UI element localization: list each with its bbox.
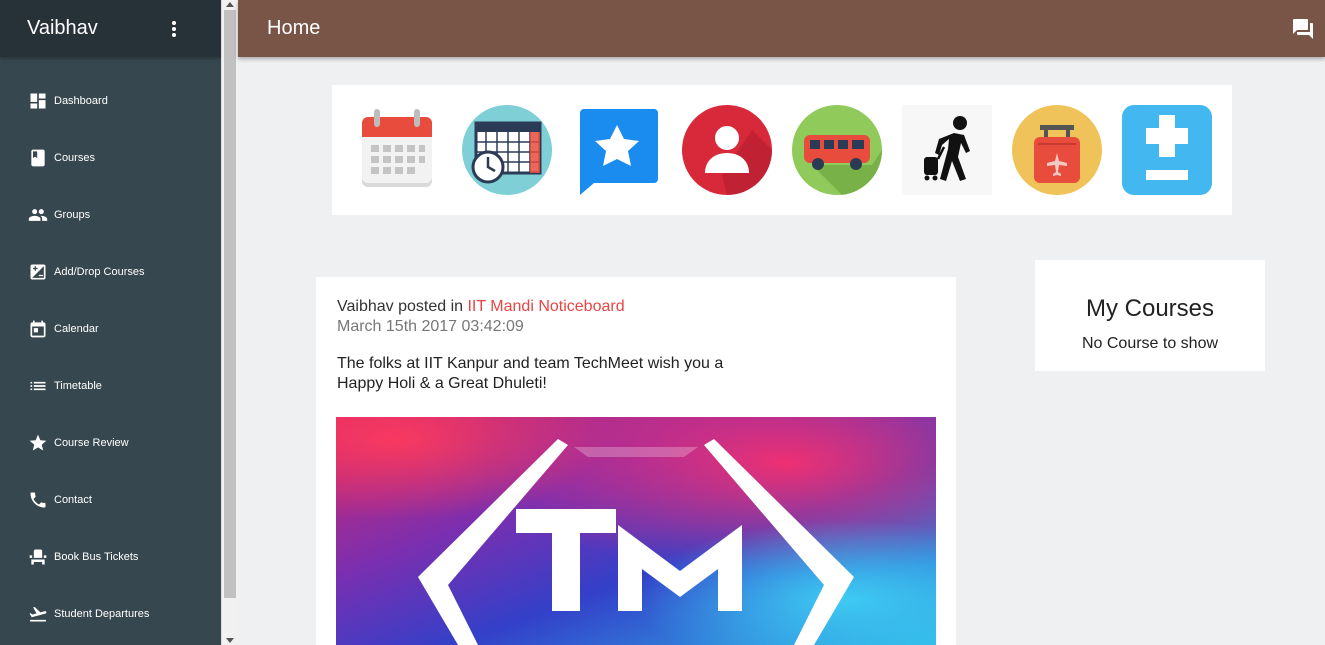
post-body-line: Happy Holi & a Great Dhuleti! xyxy=(337,375,547,392)
post-image xyxy=(336,417,936,645)
review-star-bubble-icon[interactable] xyxy=(572,105,662,195)
scrollbar-thumb[interactable] xyxy=(224,10,236,598)
post-posted-in: posted in xyxy=(398,298,464,315)
plus-minus-box-icon xyxy=(28,262,48,282)
my-courses-card: My Courses No Course to show xyxy=(1035,260,1265,371)
sidebar-item-label: Contact xyxy=(54,493,92,506)
sidebar-nav: Dashboard Courses Groups Add/Drop Course… xyxy=(0,57,221,642)
post-date: March 15th 2017 03:42:09 xyxy=(337,318,524,335)
sidebar-item-add-drop-courses[interactable]: Add/Drop Courses xyxy=(0,243,221,300)
book-icon xyxy=(28,148,48,168)
phone-icon xyxy=(28,490,48,510)
sidebar-item-label: Timetable xyxy=(54,379,102,392)
scrollbar[interactable] xyxy=(221,0,238,645)
calendar-app-icon[interactable] xyxy=(352,105,442,195)
more-options-icon[interactable] xyxy=(167,19,181,39)
sidebar-item-label: Courses xyxy=(54,151,95,164)
post-board-link[interactable]: IIT Mandi Noticeboard xyxy=(467,298,624,315)
sidebar-item-dashboard[interactable]: Dashboard xyxy=(0,72,221,129)
sidebar-item-label: Student Departures xyxy=(54,607,150,620)
sidebar-item-label: Add/Drop Courses xyxy=(54,265,145,278)
traveler-icon[interactable] xyxy=(902,105,992,195)
bus-seat-icon xyxy=(28,547,48,567)
my-courses-title: My Courses xyxy=(1085,295,1215,322)
sidebar-item-label: Groups xyxy=(54,208,91,221)
quick-links-strip xyxy=(332,85,1232,215)
user-name: Vaibhav xyxy=(27,17,98,39)
sidebar-item-timetable[interactable]: Timetable xyxy=(0,357,221,414)
sidebar-item-calendar[interactable]: Calendar xyxy=(0,300,221,357)
bus-icon[interactable] xyxy=(792,105,883,195)
sidebar-header: Vaibhav xyxy=(0,0,221,57)
top-app-bar: Home xyxy=(238,0,1325,57)
sidebar-item-student-departures[interactable]: Student Departures xyxy=(0,585,221,642)
sidebar-item-label: Dashboard xyxy=(54,94,108,107)
my-courses-empty-text: No Course to show xyxy=(1081,335,1219,352)
star-icon xyxy=(28,433,48,453)
sidebar-item-groups[interactable]: Groups xyxy=(0,186,221,243)
post-body-line: The folks at IIT Kanpur and team TechMee… xyxy=(337,355,724,372)
post-meta: Vaibhav posted in IIT Mandi Noticeboard xyxy=(337,297,936,317)
sidebar-item-course-review[interactable]: Course Review xyxy=(0,414,221,471)
sidebar-item-label: Course Review xyxy=(54,436,129,449)
luggage-flight-icon[interactable] xyxy=(1012,105,1102,195)
post-author: Vaibhav xyxy=(337,298,394,315)
add-drop-icon[interactable] xyxy=(1122,105,1212,195)
group-icon xyxy=(28,205,48,225)
notice-post: Vaibhav posted in IIT Mandi Noticeboard … xyxy=(316,277,956,645)
post-body: The folks at IIT Kanpur and team TechMee… xyxy=(337,354,936,394)
sidebar-item-label: Calendar xyxy=(54,322,99,335)
scroll-down-arrow-icon[interactable] xyxy=(226,638,234,643)
sidebar: Vaibhav Dashboard Courses Groups Add/Dro… xyxy=(0,0,221,645)
page-title: Home xyxy=(267,17,321,39)
chat-bubbles-icon[interactable] xyxy=(1289,15,1317,43)
list-icon xyxy=(28,376,48,396)
flight-takeoff-icon xyxy=(28,604,48,624)
dashboard-icon xyxy=(28,91,48,111)
contact-person-icon[interactable] xyxy=(682,105,772,195)
scroll-up-arrow-icon[interactable] xyxy=(226,2,234,7)
sidebar-item-contact[interactable]: Contact xyxy=(0,471,221,528)
sidebar-item-courses[interactable]: Courses xyxy=(0,129,221,186)
timetable-clock-icon[interactable] xyxy=(462,105,552,195)
sidebar-item-label: Book Bus Tickets xyxy=(54,550,139,563)
calendar-icon xyxy=(28,319,48,339)
sidebar-item-book-bus-tickets[interactable]: Book Bus Tickets xyxy=(0,528,221,585)
